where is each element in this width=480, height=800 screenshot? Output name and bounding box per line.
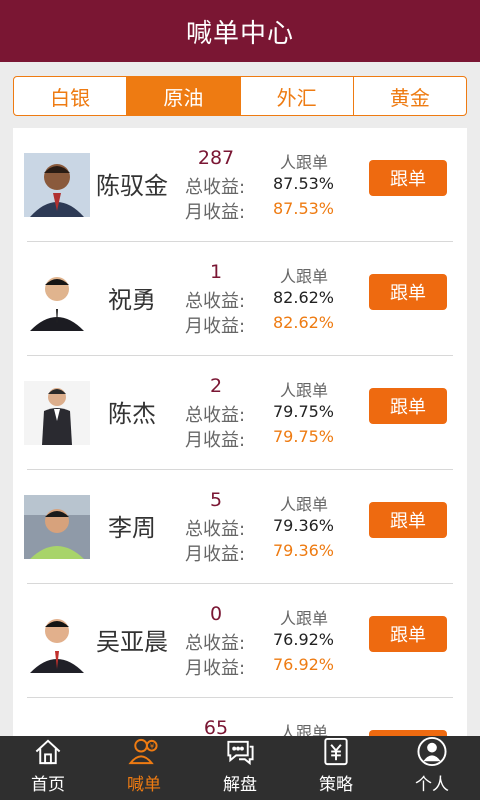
nav-home[interactable]: 首页 [0,736,96,800]
trader-row[interactable]: 李周 5 总收益: 月收益: 人跟单 79.36% 79.36% 跟单 [13,470,467,584]
commodity-tabs: 白银 原油 外汇 黄金 [13,76,467,116]
document-yen-icon [324,737,348,766]
monthly-return-label: 月收益: [185,316,246,337]
follow-button[interactable]: 跟单 [369,388,447,424]
nav-profile[interactable]: 个人 [384,736,480,800]
follower-count: 5 [209,489,223,511]
page-title: 喊单中心 [185,18,294,49]
follower-label: 人跟单 [280,381,329,400]
nav-strategy[interactable]: 策略 [288,736,384,800]
monthly-return-value: 79.75% [273,427,335,446]
avatar [24,495,90,559]
trader-name: 吴亚晨 [96,628,168,656]
follower-count: 2 [209,375,223,397]
total-return-value: 79.75% [273,402,335,421]
trader-row[interactable]: 吴亚晨 0 总收益: 月收益: 人跟单 76.92% 76.92% 跟单 [13,584,467,698]
follower-label: 人跟单 [280,153,329,172]
trader-name: 李周 [108,514,156,542]
nav-label: 解盘 [223,775,257,795]
avatar [24,153,90,217]
trader-list: 陈驭金 287 总收益: 月收益: 人跟单 87.53% 87.53% 跟单 祝… [13,128,467,768]
tab-forex[interactable]: 外汇 [241,77,354,115]
trader-name: 祝勇 [108,286,156,314]
nav-label: 喊单 [127,775,161,795]
app-header: 喊单中心 [0,0,480,62]
follower-count: 1 [209,261,223,283]
follower-label: 人跟单 [280,609,329,628]
follower-count: 0 [209,603,223,625]
monthly-return-value: 87.53% [273,199,335,218]
total-return-value: 79.36% [273,516,335,535]
monthly-return-value: 79.36% [273,541,335,560]
bottom-navigation: 首页 ¥ 喊单 解盘 策略 个人 [0,736,480,800]
follower-label: 人跟单 [280,267,329,286]
total-return-value: 87.53% [273,174,335,193]
nav-call-orders[interactable]: ¥ 喊单 [96,736,192,800]
trader-row[interactable]: 祝勇 1 总收益: 月收益: 人跟单 82.62% 82.62% 跟单 [13,242,467,356]
monthly-return-value: 76.92% [273,655,335,674]
total-return-label: 总收益: [185,291,246,312]
svg-text:¥: ¥ [150,743,155,751]
total-return-label: 总收益: [185,633,246,654]
follower-count: 287 [197,147,235,169]
follow-button[interactable]: 跟单 [369,274,447,310]
monthly-return-value: 82.62% [273,313,335,332]
monthly-return-label: 月收益: [185,430,246,451]
trader-name: 陈杰 [108,400,156,428]
nav-label: 首页 [31,775,65,795]
nav-label: 策略 [319,775,353,795]
total-return-label: 总收益: [185,519,246,540]
trader-name: 陈驭金 [96,172,168,200]
users-icon: ¥ [128,738,158,765]
tab-silver[interactable]: 白银 [14,77,128,115]
monthly-return-label: 月收益: [185,544,246,565]
total-return-label: 总收益: [185,405,246,426]
follow-button[interactable]: 跟单 [369,160,447,196]
total-return-value: 82.62% [273,288,335,307]
tab-crude-oil[interactable]: 原油 [127,77,241,115]
person-icon [417,736,447,767]
total-return-value: 76.92% [273,630,335,649]
monthly-return-label: 月收益: [185,658,246,679]
follower-label: 人跟单 [280,495,329,514]
home-icon [35,739,61,765]
nav-label: 个人 [415,775,449,795]
trader-row[interactable]: 陈杰 2 总收益: 月收益: 人跟单 79.75% 79.75% 跟单 [13,356,467,470]
avatar [24,381,90,445]
chat-icon [227,740,254,766]
monthly-return-label: 月收益: [185,202,246,223]
trader-row[interactable]: 陈驭金 287 总收益: 月收益: 人跟单 87.53% 87.53% 跟单 [13,128,467,242]
follow-button[interactable]: 跟单 [369,502,447,538]
avatar [24,267,90,331]
avatar [24,609,90,673]
total-return-label: 总收益: [185,177,246,198]
tab-gold[interactable]: 黄金 [354,77,466,115]
follow-button[interactable]: 跟单 [369,616,447,652]
nav-market-analysis[interactable]: 解盘 [192,736,288,800]
